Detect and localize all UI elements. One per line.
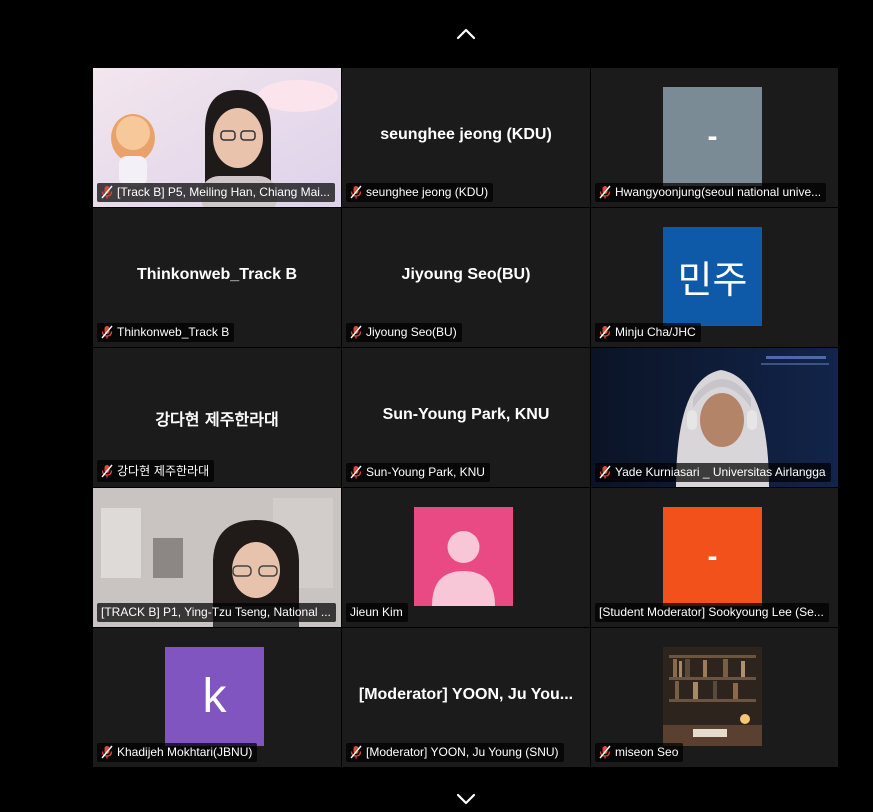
participant-tile[interactable]: [Track B] P5, Meiling Han, Chiang Mai... [93,68,341,207]
participant-name: [Track B] P5, Meiling Han, Chiang Mai... [117,185,330,199]
mic-muted-icon [101,745,113,759]
mic-muted-icon [350,465,362,479]
participant-name: Hwangyoonjung(seoul national unive... [615,185,822,199]
mic-muted-icon [101,325,113,339]
participant-label: [Track B] P5, Meiling Han, Chiang Mai... [97,183,335,202]
participant-avatar: - [663,87,762,186]
participant-name: 강다현 제주한라대 [117,464,210,478]
participant-name: [Moderator] YOON, Ju Young (SNU) [366,745,559,759]
participant-tile[interactable]: seunghee jeong (KDU) seunghee jeong (KDU… [342,68,590,207]
chevron-down-icon[interactable] [452,789,480,809]
participant-label: Yade Kurniasari _ Universitas Airlangga [595,463,831,482]
participant-tile-active-speaker[interactable]: [TRACK B] P1, Ying-Tzu Tseng, National .… [93,488,341,627]
participant-name: Thinkonweb_Track B [117,325,230,339]
participant-display-name: Thinkonweb_Track B [136,266,298,283]
mic-muted-icon [599,325,611,339]
participant-grid: [Track B] P5, Meiling Han, Chiang Mai...… [93,68,838,767]
participant-avatar: - [663,507,762,606]
participant-tile[interactable]: k Khadijeh Mokhtari(JBNU) [93,628,341,767]
person-placeholder-icon [432,531,495,606]
participant-display-name: seunghee jeong (KDU) [380,126,552,143]
mic-muted-icon [599,185,611,199]
participant-name: Sun-Young Park, KNU [366,465,485,479]
participant-name: Khadijeh Mokhtari(JBNU) [117,745,253,759]
participant-label: [TRACK B] P1, Ying-Tzu Tseng, National .… [97,603,336,622]
participant-label: Hwangyoonjung(seoul national unive... [595,183,827,202]
participant-name: Jiyoung Seo(BU) [366,325,457,339]
participant-label: Khadijeh Mokhtari(JBNU) [97,743,258,762]
participant-name: Jieun Kim [350,605,403,619]
participant-tile[interactable]: 강다현 제주한라대 강다현 제주한라대 [93,348,341,487]
participant-tile[interactable]: - Hwangyoonjung(seoul national unive... [591,68,838,207]
participant-display-name: [Moderator] YOON, Ju You... [358,686,574,703]
participant-tile[interactable]: miseon Seo [591,628,838,767]
participant-display-name: 강다현 제주한라대 [155,410,279,429]
participant-name: [Student Moderator] Sookyoung Lee (Se... [599,605,824,619]
mic-muted-icon [101,185,113,199]
bookshelf-photo [663,647,762,746]
participant-avatar [414,507,513,606]
mic-muted-icon [350,185,362,199]
participant-tile[interactable]: Thinkonweb_Track B Thinkonweb_Track B [93,208,341,347]
participant-name: seunghee jeong (KDU) [366,185,489,199]
mic-muted-icon [350,745,362,759]
participant-label: [Moderator] YOON, Ju Young (SNU) [346,743,564,762]
participant-display-name: Sun-Young Park, KNU [382,406,550,423]
participant-label: Jieun Kim [346,603,408,622]
mic-muted-icon [599,745,611,759]
mic-muted-icon [599,465,611,479]
mic-muted-icon [101,464,113,477]
participant-label: Minju Cha/JHC [595,323,701,342]
participant-label: Thinkonweb_Track B [97,323,235,342]
participant-name: Minju Cha/JHC [615,325,696,339]
chevron-up-icon[interactable] [452,24,480,44]
participant-label: [Student Moderator] Sookyoung Lee (Se... [595,603,829,622]
participant-avatar [663,647,762,746]
participant-label: 강다현 제주한라대 [97,460,215,482]
participant-avatar: 민주 [663,227,762,326]
participant-tile[interactable]: [Moderator] YOON, Ju You... [Moderator] … [342,628,590,767]
participant-name: Yade Kurniasari _ Universitas Airlangga [615,465,826,479]
participant-display-name: Jiyoung Seo(BU) [401,266,531,283]
participant-tile[interactable]: - [Student Moderator] Sookyoung Lee (Se.… [591,488,838,627]
participant-label: Sun-Young Park, KNU [346,463,490,482]
mic-muted-icon [350,325,362,339]
participant-name: miseon Seo [615,745,679,759]
participant-tile[interactable]: Sun-Young Park, KNU Sun-Young Park, KNU [342,348,590,487]
participant-label: seunghee jeong (KDU) [346,183,494,202]
participant-tile[interactable]: Yade Kurniasari _ Universitas Airlangga [591,348,838,487]
participant-avatar: k [165,647,264,746]
participant-label: Jiyoung Seo(BU) [346,323,462,342]
participant-tile[interactable]: Jieun Kim [342,488,590,627]
participant-name: [TRACK B] P1, Ying-Tzu Tseng, National .… [101,605,331,619]
participant-label: miseon Seo [595,743,684,762]
participant-tile[interactable]: Jiyoung Seo(BU) Jiyoung Seo(BU) [342,208,590,347]
participant-tile[interactable]: 민주 Minju Cha/JHC [591,208,838,347]
